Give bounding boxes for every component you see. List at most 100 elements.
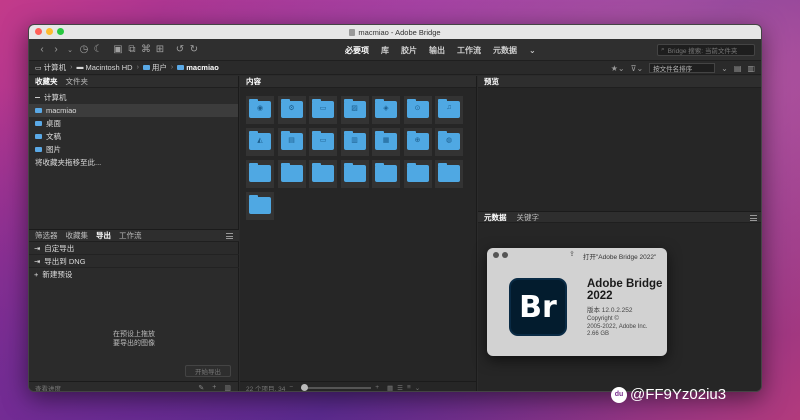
- folder-thumbnail[interactable]: ◭: [246, 128, 274, 156]
- search-input[interactable]: ⌕ Bridge 搜索: 当前文件夹: [657, 44, 755, 56]
- export-preset-dng[interactable]: ⇥ 导出到 DNG: [29, 255, 239, 268]
- breadcrumb-computer[interactable]: ▭ 计算机: [35, 62, 66, 73]
- tab-export[interactable]: 导出: [96, 230, 111, 241]
- view-options-chevron-icon[interactable]: ⌄: [415, 384, 420, 392]
- back-icon[interactable]: ‹: [35, 44, 49, 55]
- delete-icon[interactable]: ▥: [224, 384, 231, 391]
- workspace-more-chevron-icon[interactable]: ⌄: [523, 46, 542, 55]
- export-icon: ⇥: [34, 256, 41, 266]
- zoom-out-icon[interactable]: −: [289, 384, 293, 391]
- minimize-dialog-button[interactable]: [502, 252, 508, 258]
- zoom-in-icon[interactable]: +: [375, 384, 379, 391]
- favorite-pictures[interactable]: 图片: [29, 143, 238, 156]
- window-title-label: macmiao - Adobe Bridge: [358, 27, 441, 37]
- recent-history-icon[interactable]: ◷: [77, 44, 91, 55]
- copyright-line: 2005-2022, Adobe Inc.: [587, 323, 648, 330]
- folder-thumbnail[interactable]: ▨: [340, 96, 369, 124]
- export-drop-hint: 在预设上拖放 要导出的图像: [29, 330, 239, 348]
- sort-direction-icon[interactable]: ⌄: [721, 64, 728, 73]
- folder-thumbnail[interactable]: [309, 160, 337, 188]
- folder-thumbnail[interactable]: [403, 160, 432, 188]
- folder-thumbnail[interactable]: ◈: [372, 96, 400, 124]
- folder-thumbnail[interactable]: ▦: [372, 128, 400, 156]
- new-preset-button[interactable]: + 新建预设: [29, 268, 239, 281]
- folder-thumbnail[interactable]: ▭: [309, 128, 337, 156]
- output-icon[interactable]: ⊞: [153, 44, 167, 55]
- folder-thumbnail[interactable]: [277, 160, 306, 188]
- boomerang-icon[interactable]: ☾: [91, 44, 105, 55]
- list-view-icon[interactable]: ≡: [407, 384, 411, 391]
- workspace-output[interactable]: 输出: [423, 45, 451, 56]
- tab-workflow[interactable]: 工作流: [119, 230, 142, 241]
- favorite-documents[interactable]: 文稿: [29, 130, 238, 143]
- workspace-libraries[interactable]: 库: [375, 45, 395, 56]
- close-window-button[interactable]: [35, 28, 42, 35]
- refine-icon[interactable]: ⧉: [125, 44, 139, 55]
- breadcrumb-macintosh-hd[interactable]: ▬ Macintosh HD: [76, 63, 132, 72]
- workspace-metadata[interactable]: 元数据: [487, 45, 523, 56]
- folder-thumbnail[interactable]: ⚙: [277, 96, 306, 124]
- favorite-macmiao[interactable]: macmiao: [29, 104, 238, 117]
- panel-menu-icon[interactable]: [750, 215, 757, 221]
- details-view-icon[interactable]: ☰: [397, 384, 403, 392]
- add-icon[interactable]: +: [212, 384, 216, 391]
- minimize-window-button[interactable]: [46, 28, 53, 35]
- tab-filter[interactable]: 筛选器: [35, 230, 58, 241]
- content-footer: 22 个项目, 34 − + ▦ ☰ ≡ ⌄: [240, 381, 477, 392]
- grid-view-icon[interactable]: ▦: [387, 384, 393, 392]
- folder-thumbnail[interactable]: ⊙: [403, 96, 432, 124]
- content-header: 内容: [240, 76, 476, 88]
- folder-thumbnail[interactable]: ◉: [246, 96, 274, 124]
- rating-filter-icon[interactable]: ★⌄: [611, 64, 625, 73]
- folder-thumbnail[interactable]: ⊕: [403, 128, 432, 156]
- tab-collections[interactable]: 收藏集: [66, 230, 89, 241]
- edit-icon[interactable]: ✎: [198, 384, 204, 391]
- slider-knob[interactable]: [301, 383, 309, 391]
- rotate-left-icon[interactable]: ↺: [173, 44, 187, 55]
- view-progress-link[interactable]: 查看进度: [35, 383, 61, 392]
- tab-favorites[interactable]: 收藏夹: [35, 76, 58, 87]
- folder-thumbnail[interactable]: ♫: [435, 96, 463, 124]
- start-export-button[interactable]: 开始导出: [185, 365, 231, 377]
- folder-thumbnail[interactable]: ▭: [309, 96, 337, 124]
- camera-import-icon[interactable]: ▣: [111, 44, 125, 55]
- forward-icon[interactable]: ›: [49, 44, 63, 55]
- tab-keywords[interactable]: 关键字: [517, 212, 540, 223]
- open-in-camera-raw-icon[interactable]: ⌘: [139, 44, 153, 55]
- sort-select[interactable]: 按文件名排序: [649, 63, 716, 73]
- favorite-label: 计算机: [44, 93, 67, 102]
- folder-icon: ⊕: [406, 131, 429, 150]
- folder-thumbnail[interactable]: [340, 160, 369, 188]
- workspace-essentials[interactable]: 必要项: [339, 45, 375, 56]
- favorite-computer[interactable]: 计算机: [29, 91, 238, 104]
- new-folder-icon[interactable]: ▤: [734, 64, 742, 73]
- folder-thumbnail[interactable]: [246, 192, 274, 220]
- panel-menu-icon[interactable]: [226, 233, 233, 239]
- share-icon[interactable]: ⇪: [569, 250, 575, 258]
- zoom-window-button[interactable]: [57, 28, 64, 35]
- favorite-label: 文稿: [46, 132, 61, 141]
- content-title: 内容: [246, 77, 261, 86]
- disk-icon: ▬: [76, 64, 84, 71]
- folder-thumbnail[interactable]: ▥: [340, 128, 369, 156]
- dropdown-chevron-icon[interactable]: ⌄: [63, 46, 77, 54]
- favorite-desktop[interactable]: 桌面: [29, 117, 238, 130]
- folder-thumbnail[interactable]: ◍: [435, 128, 463, 156]
- folder-thumbnail[interactable]: ▤: [277, 128, 306, 156]
- quality-filter-icon[interactable]: ⊽⌄: [631, 64, 644, 73]
- rotate-right-icon[interactable]: ↻: [187, 44, 201, 55]
- breadcrumb-macmiao[interactable]: macmiao: [177, 63, 219, 72]
- close-dialog-button[interactable]: [493, 252, 499, 258]
- tab-folders[interactable]: 文件夹: [66, 76, 89, 87]
- thumbnail-size-slider[interactable]: [301, 383, 372, 391]
- folder-icon: ♫: [438, 99, 460, 118]
- workspace-filmstrip[interactable]: 胶片: [395, 45, 423, 56]
- workspace-workflow[interactable]: 工作流: [451, 45, 487, 56]
- breadcrumb-users[interactable]: 用户: [142, 62, 167, 73]
- trash-icon[interactable]: ▥: [747, 64, 755, 73]
- folder-thumbnail[interactable]: [246, 160, 274, 188]
- folder-thumbnail[interactable]: [372, 160, 400, 188]
- folder-thumbnail[interactable]: [435, 160, 463, 188]
- tab-metadata[interactable]: 元数据: [484, 212, 507, 223]
- export-preset-custom[interactable]: ⇥ 自定导出: [29, 242, 239, 255]
